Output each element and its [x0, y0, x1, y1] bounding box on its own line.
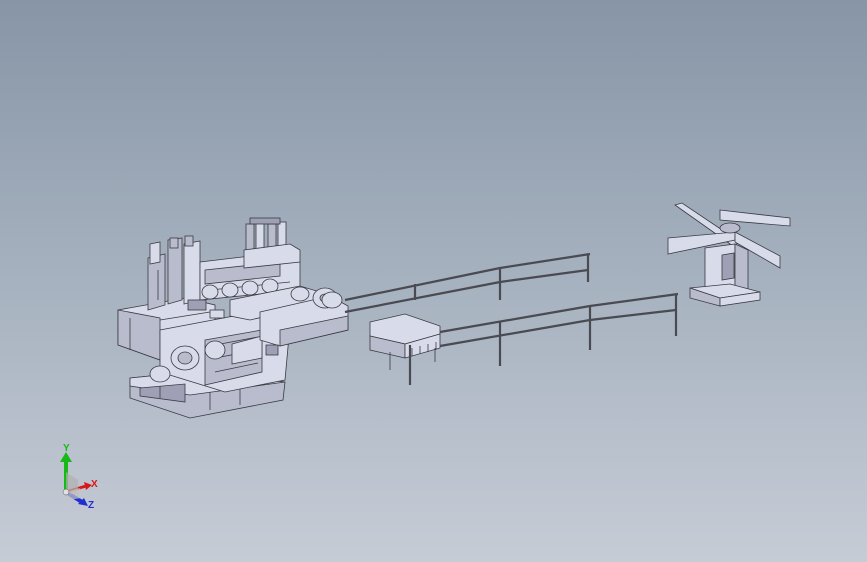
triad-y-label: Y — [63, 443, 70, 454]
decoiler[interactable] — [667, 202, 791, 307]
triad-z-label: Z — [88, 500, 95, 511]
triad-axes-icon — [60, 452, 92, 506]
triad-x-label: X — [91, 479, 98, 490]
leveler-feeder[interactable] — [117, 217, 349, 419]
coil-cradle-table[interactable] — [369, 313, 441, 385]
assembly-model[interactable]: .p { fill: #d8dbe9; stroke: #3a3a42; str… — [0, 0, 867, 562]
cad-viewport[interactable]: .p { fill: #d8dbe9; stroke: #3a3a42; str… — [0, 0, 867, 562]
coordinate-triad: Y X Z — [50, 440, 110, 520]
